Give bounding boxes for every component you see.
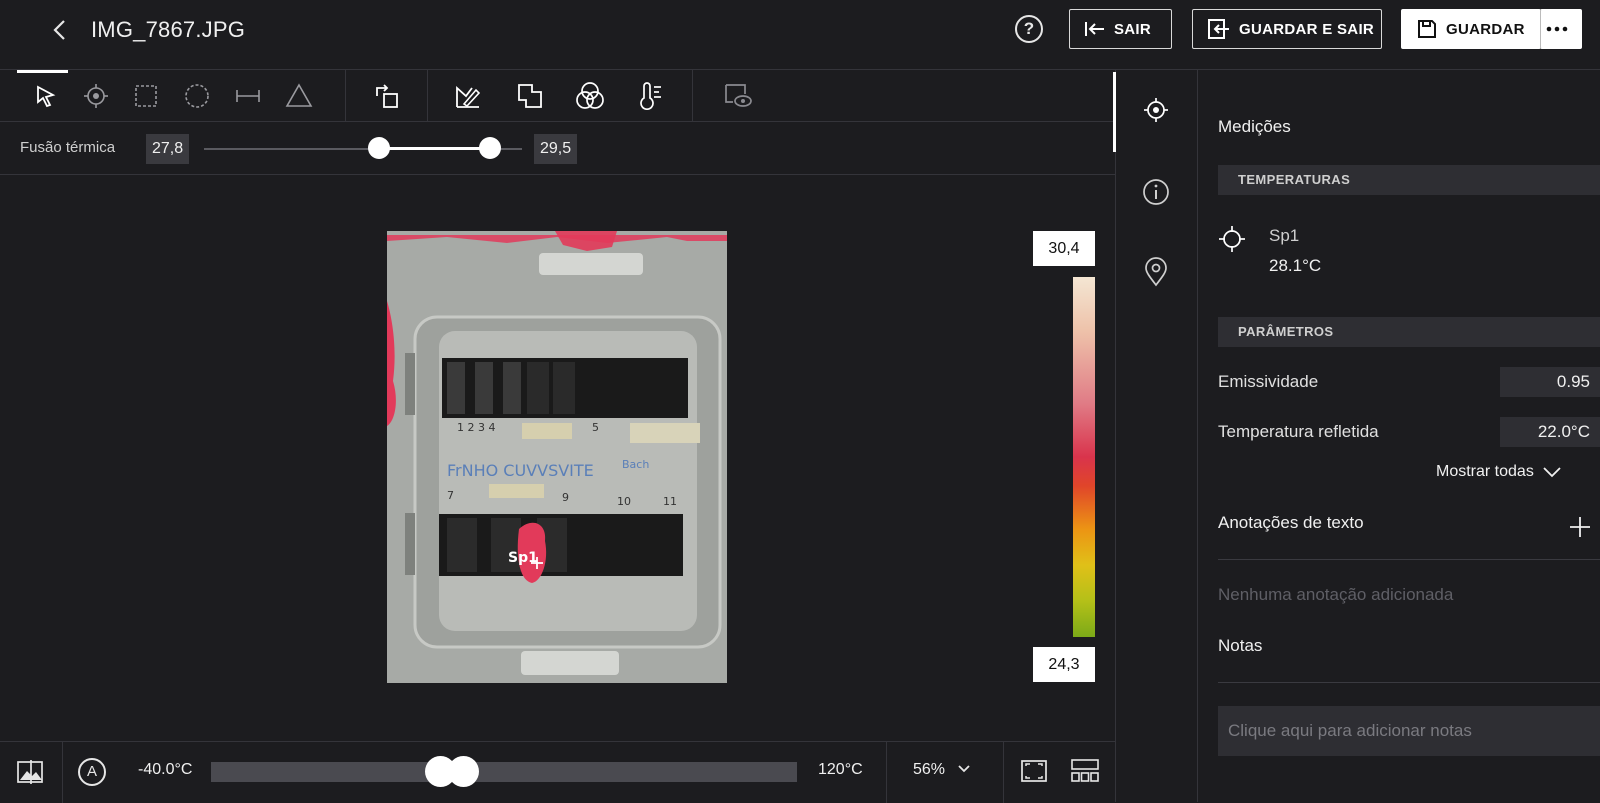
auto-adjust-icon[interactable]: A bbox=[78, 758, 106, 786]
text-annotations-label: Anotações de texto bbox=[1218, 513, 1364, 532]
back-chevron-icon[interactable] bbox=[48, 16, 72, 44]
info-icon[interactable] bbox=[1141, 177, 1171, 207]
range-max-label: 120°C bbox=[818, 761, 863, 778]
bottom-bar: A -40.0°C 120°C 56% bbox=[0, 741, 1115, 803]
notes-input[interactable]: Clique aqui para adicionar notas bbox=[1218, 706, 1600, 756]
chevron-down-icon bbox=[958, 765, 971, 773]
save-exit-icon bbox=[1208, 19, 1229, 39]
measurements-crosshair-icon[interactable] bbox=[1141, 95, 1171, 125]
fusion-max-handle[interactable] bbox=[479, 137, 502, 159]
fusion-max-value[interactable]: 29,5 bbox=[534, 134, 578, 164]
visibility-toggle-icon[interactable] bbox=[722, 80, 754, 112]
temperature-color-scale bbox=[1073, 277, 1095, 637]
temperatures-section-header: TEMPERATURAS bbox=[1218, 165, 1600, 195]
help-icon[interactable]: ? bbox=[1015, 15, 1043, 43]
add-annotation-plus-icon[interactable] bbox=[1568, 515, 1592, 544]
spot-crosshair-icon bbox=[1218, 225, 1246, 258]
fusion-slider-range bbox=[378, 147, 491, 150]
more-options-button[interactable] bbox=[1540, 9, 1582, 49]
gallery-grid-icon[interactable] bbox=[1070, 758, 1100, 789]
spot-measurement-value: 28.1°C bbox=[1269, 256, 1322, 275]
location-pin-icon[interactable] bbox=[1141, 257, 1171, 287]
svg-text:5: 5 bbox=[592, 421, 599, 434]
image-canvas[interactable]: FrNHO CUVVSVITE Bach 1 2 3 4 5 7 9 10 11… bbox=[0, 175, 1115, 741]
divider bbox=[1218, 682, 1600, 683]
exit-arrow-icon bbox=[1085, 22, 1104, 36]
save-and-exit-label: GUARDAR E SAIR bbox=[1239, 20, 1375, 38]
fusion-min-value[interactable]: 27,8 bbox=[146, 134, 190, 164]
zoom-level-value: 56% bbox=[913, 761, 946, 778]
svg-text:Bach: Bach bbox=[622, 458, 649, 471]
fit-screen-icon[interactable] bbox=[1020, 758, 1048, 789]
scale-max-value[interactable]: 30,4 bbox=[1033, 231, 1095, 266]
reflected-temperature-label: Temperatura refletida bbox=[1218, 422, 1379, 441]
save-button[interactable]: GUARDAR bbox=[1401, 9, 1541, 49]
exit-button[interactable]: SAIR bbox=[1069, 9, 1172, 49]
save-and-exit-button[interactable]: GUARDAR E SAIR bbox=[1192, 9, 1382, 49]
svg-text:9: 9 bbox=[562, 491, 569, 504]
svg-text:10: 10 bbox=[617, 495, 631, 508]
zoom-level-select[interactable]: 56% bbox=[913, 761, 971, 779]
circle-area-icon[interactable] bbox=[181, 80, 213, 112]
emissivity-label: Emissividade bbox=[1218, 372, 1319, 391]
no-annotations-text: Nenhuma anotação adicionada bbox=[1218, 585, 1454, 604]
svg-text:11: 11 bbox=[663, 495, 677, 508]
fusion-min-handle[interactable] bbox=[367, 137, 390, 159]
spot-crosshair-icon[interactable] bbox=[80, 80, 112, 112]
image-mode-icon[interactable] bbox=[16, 758, 46, 791]
fusion-circles-icon[interactable] bbox=[574, 80, 606, 112]
divider bbox=[1218, 559, 1600, 560]
show-all-label: Mostrar todas bbox=[1436, 463, 1534, 480]
spot-measurement-name[interactable]: Sp1 bbox=[1269, 226, 1299, 246]
save-button-label: GUARDAR bbox=[1446, 20, 1525, 38]
show-all-toggle[interactable]: Mostrar todas bbox=[1436, 463, 1562, 481]
thermal-fusion-bar: Fusão térmica 27,8 29,5 bbox=[0, 122, 1115, 175]
temperature-range-track[interactable] bbox=[211, 762, 797, 782]
scale-min-value[interactable]: 24,3 bbox=[1033, 647, 1095, 682]
floppy-disk-icon bbox=[1418, 20, 1436, 38]
reflected-temperature-input[interactable]: 22.0°C bbox=[1500, 417, 1600, 447]
more-dots-icon bbox=[1546, 26, 1568, 32]
thermal-fusion-label: Fusão térmica bbox=[20, 139, 116, 156]
top-bar: IMG_7867.JPG ? SAIR GUARDAR E SAIR GUARD… bbox=[0, 0, 1600, 70]
svg-text:FrNHO CUVVSVITE: FrNHO CUVVSVITE bbox=[447, 461, 594, 480]
thermal-image[interactable]: FrNHO CUVVSVITE Bach 1 2 3 4 5 7 9 10 11… bbox=[387, 231, 727, 683]
file-name-title: IMG_7867.JPG bbox=[91, 17, 246, 42]
exit-button-label: SAIR bbox=[1114, 20, 1152, 38]
thermometer-scale-icon[interactable] bbox=[634, 80, 666, 112]
notes-label: Notas bbox=[1218, 636, 1263, 655]
emissivity-input[interactable]: 0.95 bbox=[1500, 367, 1600, 397]
delta-triangle-icon[interactable] bbox=[283, 80, 315, 112]
select-arrow-icon[interactable] bbox=[17, 70, 68, 112]
chevron-down-icon bbox=[1543, 467, 1561, 478]
svg-text:1 2 3 4: 1 2 3 4 bbox=[457, 421, 495, 434]
tool-bar bbox=[0, 70, 1115, 122]
box-area-icon[interactable] bbox=[130, 80, 162, 112]
layers-overlap-icon[interactable] bbox=[514, 80, 546, 112]
svg-text:7: 7 bbox=[447, 489, 454, 502]
range-min-label: -40.0°C bbox=[138, 761, 193, 778]
rotate-icon[interactable] bbox=[371, 80, 403, 112]
parameters-section-header: PARÂMETROS bbox=[1218, 317, 1600, 347]
palette-edit-icon[interactable] bbox=[452, 80, 484, 112]
panel-title: Medições bbox=[1218, 117, 1291, 136]
line-measure-icon[interactable] bbox=[232, 80, 264, 112]
range-high-handle[interactable] bbox=[447, 756, 479, 787]
